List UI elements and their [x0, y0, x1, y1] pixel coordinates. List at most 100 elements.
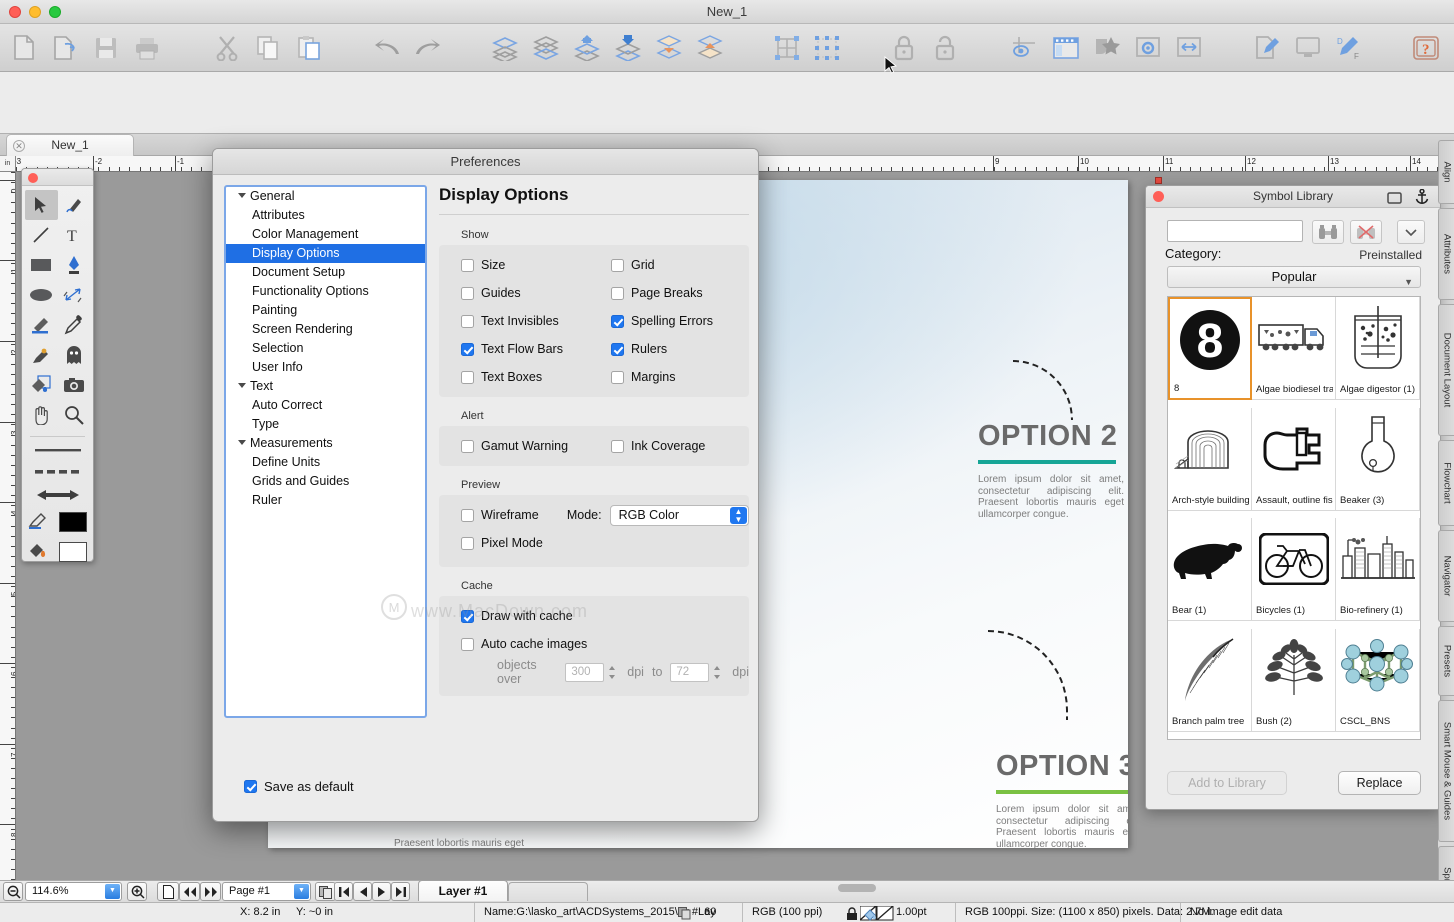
close-tab-icon[interactable]: ✕ — [13, 140, 25, 152]
save-as-default-cell[interactable]: Save as default — [244, 779, 354, 794]
checkbox-cell[interactable]: Guides — [439, 286, 589, 300]
effects-star-icon[interactable] — [1090, 32, 1124, 64]
checkbox[interactable] — [611, 258, 624, 272]
select-tool[interactable] — [25, 190, 58, 220]
symbol-cell[interactable]: Bush (2) — [1252, 628, 1336, 732]
pref-tree-item[interactable]: Document Setup — [226, 263, 425, 282]
checkbox[interactable] — [461, 258, 474, 272]
duplicate-page-button[interactable] — [315, 882, 336, 901]
checkbox[interactable] — [461, 286, 474, 300]
checkbox-cell[interactable]: Gamut Warning — [439, 439, 589, 453]
stroke-color-swatch[interactable] — [59, 542, 88, 562]
rail-tab-presets[interactable]: Presets — [1438, 626, 1454, 696]
objects-over-stepper[interactable] — [607, 663, 617, 682]
resize-icon[interactable] — [1172, 32, 1206, 64]
node-edit-tool[interactable] — [58, 190, 91, 220]
symbol-options-dropdown[interactable] — [1397, 220, 1425, 244]
save-as-default-checkbox[interactable] — [244, 780, 257, 793]
to-dpi-input[interactable]: 72 — [670, 662, 710, 682]
checkbox-cell[interactable]: Spelling Errors — [589, 314, 749, 328]
open-document-icon[interactable] — [48, 32, 82, 64]
auto-cache-images-checkbox[interactable] — [461, 637, 474, 651]
pref-tree-item[interactable]: Auto Correct — [226, 396, 425, 415]
pixel-mode-checkbox-cell[interactable]: Pixel Mode — [439, 536, 569, 550]
checkbox-cell[interactable]: Grid — [589, 258, 749, 272]
zoom-dropdown-icon[interactable]: ▼ — [105, 884, 120, 899]
rail-tab-attributes[interactable]: Attributes — [1438, 208, 1454, 300]
checkbox[interactable] — [611, 439, 624, 453]
next-pages-button[interactable] — [200, 882, 221, 901]
mode-select[interactable]: RGB Color ▲ ▼ — [609, 504, 749, 526]
stroke-dashed-tool[interactable] — [22, 461, 93, 483]
symbol-library-panel[interactable]: Symbol Library Category: Preinstalled Po… — [1145, 185, 1441, 810]
paste-icon[interactable] — [292, 32, 326, 64]
pref-tree-item[interactable]: Selection — [226, 339, 425, 358]
right-panel-rail[interactable]: Align Attributes Document Layout Flowchart N… — [1438, 140, 1454, 922]
print-icon[interactable] — [130, 32, 164, 64]
checkbox-cell[interactable]: Size — [439, 258, 589, 272]
document-tab[interactable]: ✕ New_1 — [6, 134, 134, 156]
symbol-cell[interactable]: Branch palm tree — [1168, 628, 1252, 732]
hand-tool[interactable] — [25, 400, 58, 430]
preferences-dialog[interactable]: Preferences General Attributes Color Manag… — [212, 148, 759, 822]
send-to-back-icon[interactable] — [529, 32, 563, 64]
display-icon[interactable] — [1291, 32, 1325, 64]
checkbox-cell[interactable]: Ink Coverage — [589, 439, 749, 453]
checkbox[interactable] — [611, 342, 624, 356]
checkbox[interactable] — [611, 370, 624, 384]
triangle-down-icon[interactable] — [238, 193, 246, 198]
to-dpi-stepper[interactable] — [712, 663, 722, 682]
prev-page-button[interactable] — [353, 882, 372, 901]
symbol-cell[interactable]: Assault, outline fis — [1252, 407, 1336, 511]
page-select[interactable]: Page #1 ▼ — [222, 882, 311, 901]
pref-tree-item[interactable]: Grids and Guides — [226, 472, 425, 491]
pref-tree-item[interactable]: Text — [226, 377, 425, 396]
clear-search-icon[interactable] — [1350, 220, 1382, 244]
save-icon[interactable] — [89, 32, 123, 64]
symbol-cell[interactable]: Bio-refinery (1) — [1336, 518, 1420, 621]
rail-tab-smart-mouse-guides[interactable]: Smart Mouse & Guides — [1438, 700, 1454, 842]
symbol-cell[interactable]: Algae digestor (1) — [1336, 297, 1420, 400]
ungroup-icon[interactable] — [693, 32, 727, 64]
arrow-style-tool[interactable] — [22, 483, 93, 507]
tool-palette[interactable]: T — [21, 168, 94, 562]
pref-tree-item[interactable]: Screen Rendering — [226, 320, 425, 339]
paintbucket-tool[interactable] — [25, 370, 58, 400]
edit-page-icon[interactable] — [1250, 32, 1284, 64]
checkbox-cell[interactable]: Text Invisibles — [439, 314, 589, 328]
ellipse-tool[interactable] — [25, 280, 58, 310]
last-page-button[interactable] — [391, 882, 410, 901]
pen-tool[interactable] — [58, 250, 91, 280]
first-page-button[interactable] — [334, 882, 353, 901]
group-icon[interactable] — [652, 32, 686, 64]
symbol-cell[interactable]: Bear (1) — [1168, 518, 1252, 621]
pref-tree-item[interactable]: General — [226, 187, 425, 206]
next-page-button[interactable] — [372, 882, 391, 901]
pref-tree-item[interactable]: Painting — [226, 301, 425, 320]
undo-icon[interactable] — [370, 32, 404, 64]
wireframe-checkbox[interactable] — [461, 508, 474, 522]
checkbox-cell[interactable]: Text Boxes — [439, 370, 589, 384]
symbol-cell[interactable]: Beaker (3) — [1336, 407, 1420, 511]
zoom-tool[interactable] — [58, 400, 91, 430]
triangle-down-icon[interactable] — [238, 383, 246, 388]
lock-icon[interactable] — [887, 32, 921, 64]
objects-over-input[interactable]: 300 — [565, 662, 605, 682]
checkbox-cell[interactable]: Text Flow Bars — [439, 342, 589, 356]
option-block-2[interactable]: OPTION 2 Lorem ipsum dolor sit amet, con… — [978, 420, 1124, 520]
checkbox[interactable] — [461, 342, 474, 356]
symbol-grid[interactable]: 8 8 Algae biodiesel tra Algae digestor (1) A… — [1167, 296, 1421, 740]
stroke-solid-tool[interactable] — [22, 439, 93, 461]
new-document-icon[interactable] — [7, 32, 41, 64]
marker-tool[interactable] — [25, 340, 58, 370]
pref-tree-item[interactable]: Attributes — [226, 206, 425, 225]
layer-tab[interactable]: Layer #1 — [418, 880, 508, 901]
selection-handle[interactable] — [1155, 177, 1162, 184]
checkbox-cell[interactable]: Margins — [589, 370, 749, 384]
checkbox-cell[interactable]: Rulers — [589, 342, 749, 356]
layer-tab-empty[interactable] — [508, 882, 588, 901]
fill-bucket-icon[interactable] — [28, 540, 48, 565]
unlock-icon[interactable] — [928, 32, 962, 64]
symbol-cell[interactable]: Bicycles (1) — [1252, 518, 1336, 621]
option-block-3[interactable]: OPTION 3 Lorem ipsum dolor sit amet, con… — [996, 750, 1128, 848]
